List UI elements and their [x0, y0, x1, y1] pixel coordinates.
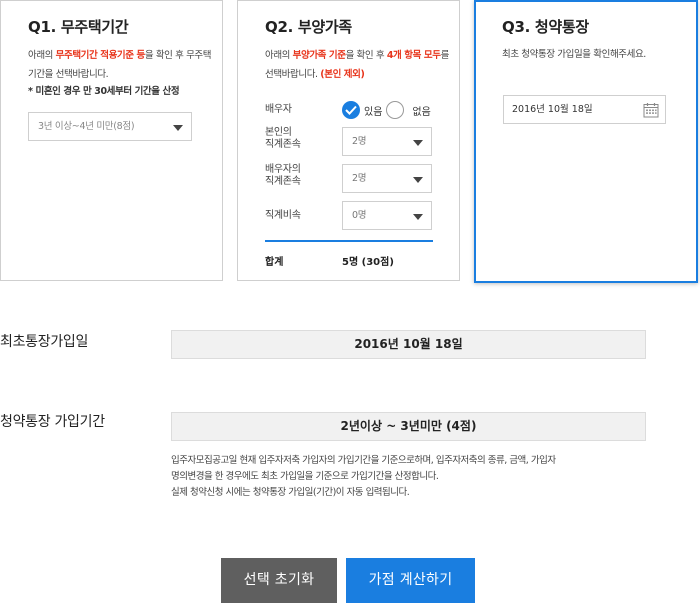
- homeless-period-select[interactable]: 3년 이상~4년 미만(8점): [28, 112, 192, 141]
- spouse-yes-radio[interactable]: [342, 101, 360, 119]
- first-join-label: 최초통장가입일: [0, 334, 89, 350]
- lineal-self-label: 본인의 직계존속: [265, 127, 301, 151]
- reset-button[interactable]: 선택 초기화: [221, 558, 337, 603]
- spouse-no-radio[interactable]: [386, 101, 405, 119]
- q3-title: Q3. 청약통장: [502, 18, 589, 36]
- explanation-line-1: 입주자모집공고일 현재 입주자저축 가입자의 가입기간을 기준으로하며, 입주자…: [171, 455, 556, 466]
- q2-desc-pre: 아래의: [265, 50, 293, 61]
- lineal-spouse-label-line1: 배우자의: [265, 164, 301, 175]
- lineal-self-label-line2: 직계존속: [265, 139, 301, 150]
- total-divider: [265, 240, 433, 242]
- calendar-icon[interactable]: [643, 102, 659, 118]
- q2-card: Q2. 부양가족 아래의 부양가족 기준을 확인 후 4개 항목 모두를 선택바…: [237, 0, 460, 281]
- first-join-value: 2016년 10월 18일: [171, 330, 646, 359]
- check-icon: [345, 105, 357, 115]
- q2-desc-highlight-1: 부양가족 기준: [292, 50, 346, 61]
- descendant-select[interactable]: 0명: [342, 201, 432, 230]
- lineal-spouse-select[interactable]: 2명: [342, 164, 432, 193]
- period-label: 청약통장 가입기간: [0, 414, 105, 430]
- spouse-radio-group: 있음 없음: [342, 100, 431, 120]
- chevron-down-icon: [413, 214, 423, 220]
- subscription-date-input[interactable]: 2016년 10월 18일: [503, 95, 666, 124]
- period-explanation: 입주자모집공고일 현재 입주자저축 가입자의 가입기간을 기준으로하며, 입주자…: [171, 453, 641, 501]
- q2-description: 아래의 부양가족 기준을 확인 후 4개 항목 모두를 선택바랍니다. (본인 …: [265, 46, 450, 84]
- q2-desc-highlight-3: (본인 제외): [320, 69, 365, 80]
- lineal-self-label-line1: 본인의: [265, 127, 292, 138]
- explanation-line-2: 명의변경을 한 경우에도 최초 가입일을 기준으로 가입기간을 산정합니다.: [171, 471, 439, 482]
- spouse-yes-label[interactable]: 있음: [364, 103, 382, 118]
- calculate-button[interactable]: 가점 계산하기: [346, 558, 475, 603]
- spouse-no-label[interactable]: 없음: [412, 103, 430, 118]
- q3-description: 최초 청약통장 가입일을 확인해주세요.: [502, 49, 646, 60]
- lineal-spouse-value: 2명: [352, 173, 367, 184]
- q1-title: Q1. 무주택기간: [28, 18, 129, 36]
- q1-card: Q1. 무주택기간 아래의 무주택기간 적용기준 등을 확인 후 무주택기간을 …: [0, 0, 223, 281]
- total-value: 5명 (30점): [342, 257, 394, 268]
- q1-desc-highlight: 무주택기간 적용기준 등: [55, 50, 146, 61]
- descendant-label: 직계비속: [265, 210, 301, 221]
- chevron-down-icon: [173, 125, 183, 131]
- descendant-value: 0명: [352, 210, 367, 221]
- q2-desc-highlight-2: 4개 항목 모두: [386, 50, 441, 61]
- chevron-down-icon: [413, 140, 423, 146]
- q1-note: * 미혼인 경우 만 30세부터 기간을 산정: [28, 86, 180, 97]
- q3-card: Q3. 청약통장 최초 청약통장 가입일을 확인해주세요. 2016년 10월 …: [474, 0, 698, 283]
- q1-desc-pre: 아래의: [28, 50, 56, 61]
- lineal-self-select[interactable]: 2명: [342, 127, 432, 156]
- total-label: 합계: [265, 257, 284, 268]
- lineal-spouse-label: 배우자의 직계존속: [265, 164, 301, 188]
- chevron-down-icon: [413, 177, 423, 183]
- lineal-self-value: 2명: [352, 136, 367, 147]
- spouse-label: 배우자: [265, 104, 292, 115]
- period-value: 2년이상 ~ 3년미만 (4점): [171, 412, 646, 441]
- lineal-spouse-label-line2: 직계존속: [265, 176, 301, 187]
- q2-desc-mid: 을 확인 후: [345, 50, 387, 61]
- explanation-line-3: 실제 청약신청 시에는 청약통장 가입일(기간)이 자동 입력됩니다.: [171, 487, 410, 498]
- homeless-period-value: 3년 이상~4년 미만(8점): [38, 121, 135, 132]
- q1-description: 아래의 무주택기간 적용기준 등을 확인 후 무주택기간을 선택바랍니다.: [28, 46, 213, 84]
- subscription-date-value: 2016년 10월 18일: [512, 104, 593, 115]
- q2-title: Q2. 부양가족: [265, 18, 352, 36]
